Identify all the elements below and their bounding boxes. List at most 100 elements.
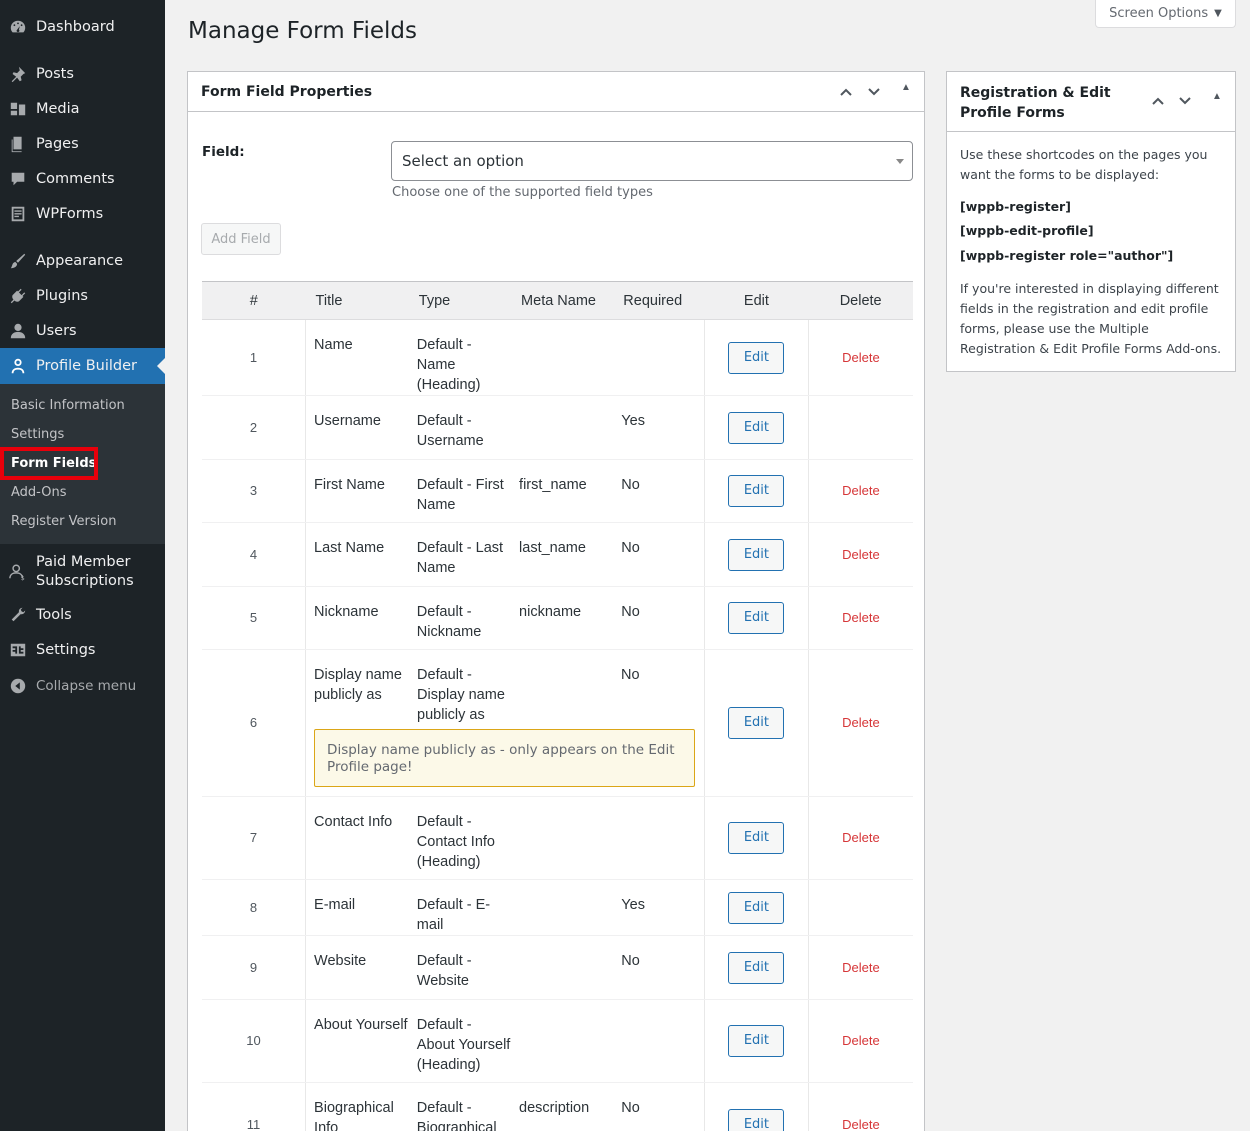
edit-button[interactable]: Edit: [728, 1025, 785, 1057]
delete-cell: [808, 395, 913, 460]
field-type-select[interactable]: Select an option: [391, 141, 913, 181]
field-title: Username: [305, 395, 409, 460]
field-label: Field:: [202, 144, 245, 160]
field-type: Default - Website: [408, 935, 512, 1000]
row-number: 6: [202, 649, 307, 797]
delete-cell: Delete: [808, 586, 913, 650]
field-type: Default - Display name publicly as: [417, 667, 505, 723]
field-title: Nickname: [305, 586, 409, 650]
toggle-panel-icon[interactable]: ▲: [901, 82, 911, 93]
field-meta-name: [511, 935, 614, 1000]
column-header-edit: Edit: [704, 281, 809, 320]
submenu-basic-information[interactable]: Basic Information: [11, 398, 125, 413]
edit-button[interactable]: Edit: [728, 341, 785, 374]
table-row: 1 Name Default - Name (Heading) Edit Delete: [202, 319, 913, 396]
menu-paid-member-subscriptions[interactable]: $ Paid Member Subscriptions: [0, 552, 165, 592]
field-title: Biographical Info: [305, 1082, 409, 1131]
postbox-title: Registration & Edit Profile Forms: [960, 85, 1111, 121]
field-type: Default - E-mail: [408, 879, 512, 936]
edit-button[interactable]: Edit: [728, 475, 785, 507]
shortcode-register-author: [wppb-register role="author"]: [960, 248, 1174, 263]
menu-posts[interactable]: Posts: [0, 63, 165, 85]
table-row: 11 Biographical Info Default - Biographica…: [202, 1082, 913, 1131]
svg-text:$: $: [21, 575, 25, 581]
menu-users[interactable]: Users: [0, 320, 165, 342]
delete-cell: Delete: [808, 649, 913, 797]
edit-button[interactable]: Edit: [728, 707, 785, 739]
delete-link[interactable]: Delete: [842, 1117, 880, 1131]
menu-media[interactable]: Media: [0, 98, 165, 120]
delete-link[interactable]: Delete: [842, 483, 880, 498]
screen-options-button[interactable]: Screen Options ▼: [1095, 0, 1236, 28]
move-down-icon[interactable]: [867, 85, 881, 102]
delete-link[interactable]: Delete: [842, 830, 880, 845]
collapse-label: Collapse menu: [36, 678, 137, 694]
menu-label: Comments: [36, 171, 115, 187]
field-title: Display name publicly as: [314, 667, 402, 703]
field-notice: Display name publicly as - only appears …: [314, 729, 696, 787]
move-down-icon[interactable]: [1178, 94, 1192, 111]
menu-label: Tools: [36, 607, 72, 623]
collapse-menu-button[interactable]: Collapse menu: [0, 675, 165, 697]
menu-label: Appearance: [36, 253, 124, 269]
move-up-icon[interactable]: [1151, 94, 1165, 111]
postbox-header: Form Field Properties ▲: [188, 72, 924, 112]
menu-profile-builder[interactable]: Profile Builder: [0, 348, 165, 384]
delete-link[interactable]: Delete: [842, 960, 880, 975]
submenu-register-version[interactable]: Register Version: [11, 514, 116, 529]
menu-label: Posts: [36, 66, 74, 82]
menu-label: Dashboard: [36, 19, 115, 35]
row-number: 3: [202, 459, 307, 523]
page-title: Manage Form Fields: [188, 18, 417, 44]
field-type: Default - About Yourself (Heading): [408, 999, 512, 1083]
settings-icon: [0, 641, 36, 659]
row-number: 4: [202, 522, 307, 587]
menu-comments[interactable]: Comments: [0, 168, 165, 190]
field-title: E-mail: [305, 879, 409, 936]
menu-appearance[interactable]: Appearance: [0, 250, 165, 272]
column-header-type: Type: [408, 281, 512, 320]
toggle-panel-icon[interactable]: ▲: [1212, 91, 1222, 102]
column-header-title: Title: [305, 281, 409, 320]
delete-link[interactable]: Delete: [842, 610, 880, 625]
menu-settings[interactable]: Settings: [0, 639, 165, 661]
edit-button[interactable]: Edit: [728, 602, 785, 634]
field-required: No: [613, 586, 705, 650]
table-body: 1 Name Default - Name (Heading) Edit Delete 2…: [202, 319, 913, 1131]
row-number: 7: [202, 796, 307, 880]
pages-icon: [0, 135, 36, 153]
edit-cell: Edit: [704, 999, 809, 1083]
menu-tools[interactable]: Tools: [0, 604, 165, 626]
wrench-icon: [0, 606, 36, 624]
delete-link[interactable]: Delete: [842, 350, 880, 365]
menu-dashboard[interactable]: Dashboard: [0, 16, 165, 38]
table-header-row: # Title Type Meta Name Required Edit Del…: [202, 281, 913, 320]
field-required: Yes: [613, 395, 705, 460]
edit-button[interactable]: Edit: [728, 411, 785, 444]
menu-plugins[interactable]: Plugins: [0, 285, 165, 307]
shortcodes-intro: Use these shortcodes on the pages you wa…: [960, 147, 1208, 182]
edit-cell: Edit: [704, 459, 809, 523]
edit-button[interactable]: Edit: [728, 1108, 785, 1131]
add-field-button[interactable]: Add Field: [201, 223, 281, 255]
submenu-settings[interactable]: Settings: [11, 427, 64, 442]
delete-link[interactable]: Delete: [842, 547, 880, 562]
edit-cell: Edit: [704, 649, 809, 797]
edit-button[interactable]: Edit: [728, 538, 785, 571]
delete-link[interactable]: Delete: [842, 1033, 880, 1048]
shortcode-edit-profile: [wppb-edit-profile]: [960, 223, 1094, 238]
edit-button[interactable]: Edit: [728, 822, 785, 854]
edit-button[interactable]: Edit: [728, 951, 785, 984]
submenu-add-ons[interactable]: Add-Ons: [11, 485, 66, 500]
menu-wpforms[interactable]: WPForms: [0, 203, 165, 225]
table-row: 6 Display name publicly as Default - Displ…: [202, 649, 913, 797]
table-row: 9 Website Default - Website No Edit Delete: [202, 935, 913, 1000]
menu-label: WPForms: [36, 206, 104, 222]
field-required: No: [613, 935, 705, 1000]
table-row: 10 About Yourself Default - About Yourself…: [202, 999, 913, 1083]
move-up-icon[interactable]: [839, 85, 853, 102]
menu-pages[interactable]: Pages: [0, 133, 165, 155]
edit-button[interactable]: Edit: [728, 891, 785, 924]
field-meta-name: [511, 879, 614, 936]
delete-link[interactable]: Delete: [842, 715, 880, 730]
